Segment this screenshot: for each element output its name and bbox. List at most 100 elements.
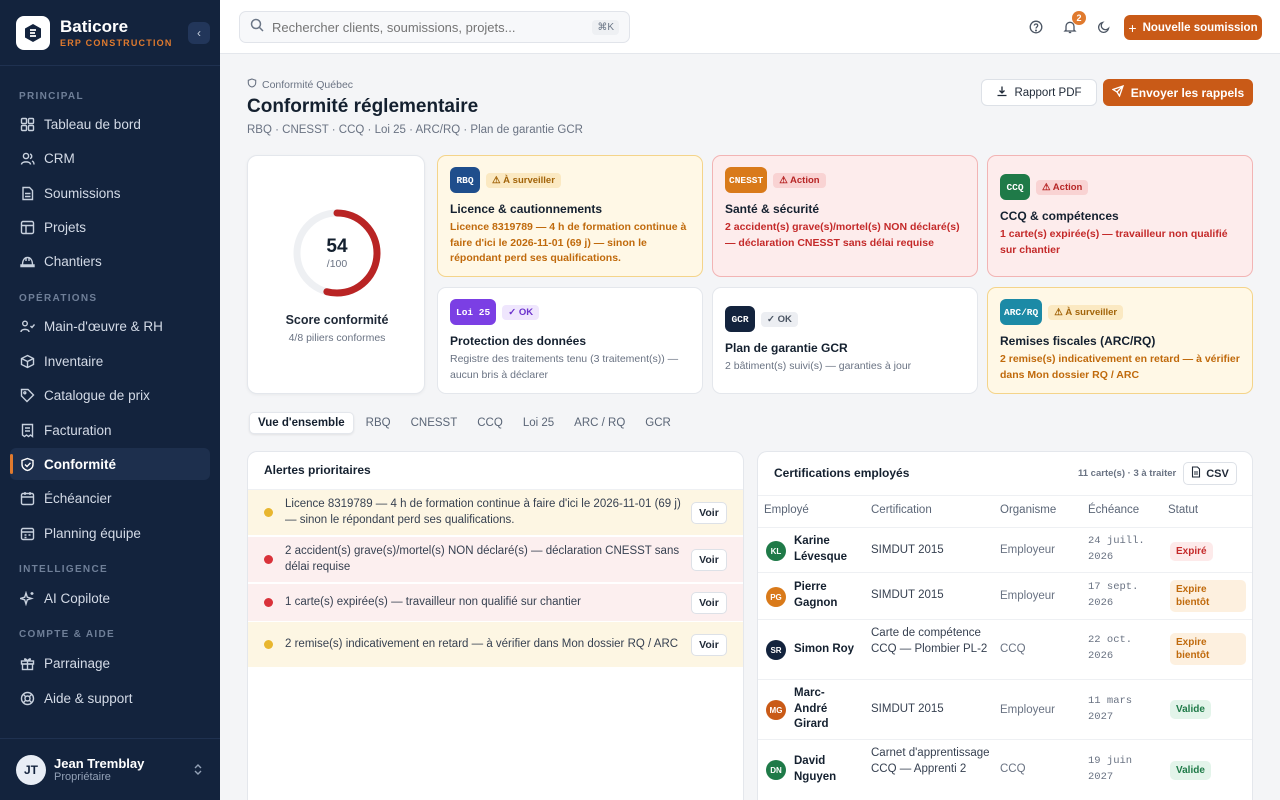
sidebar-item-planning[interactable]: Planning équipe [10,517,210,549]
sidebar-item-label: Parrainage [44,655,111,671]
send-reminders-button[interactable]: Envoyer les rappels [1103,79,1253,106]
csv-export-button[interactable]: CSV [1183,462,1237,485]
sidebar-item-aide[interactable]: Aide & support [10,682,210,714]
view-button[interactable]: Voir [691,501,727,524]
table-row[interactable]: SR Simon Roy Carte de compétence CCQ — P… [758,619,1252,679]
tab-arc-rq[interactable]: ARC / RQ [566,413,633,433]
notification-badge: 2 [1072,11,1086,25]
pillar-description: Licence 8319789 — 4 h de formation conti… [450,221,687,264]
help-circle-icon[interactable] [1026,17,1046,37]
table-row[interactable]: KL Karine Lévesque SIMDUT 2015 Employeur… [758,527,1252,572]
organism: Employeur [1000,590,1055,602]
view-button[interactable]: Voir [691,633,727,656]
sidebar-item-label: CRM [44,150,75,166]
due-date: 24 juill. 2026 [1088,535,1145,563]
sidebar-item-facturation[interactable]: Facturation [10,414,210,446]
table-row[interactable]: PG Pierre Gagnon SIMDUT 2015 Employeur 1… [758,572,1252,619]
brand-logo-icon [16,15,50,50]
column-header-status[interactable]: Statut [1168,504,1198,516]
alert-row[interactable]: Licence 8319789 — 4 h de formation conti… [248,490,743,535]
shield-small-icon [247,78,257,91]
organism: Employeur [1000,704,1055,716]
status-badge: Valide [1170,761,1211,780]
tab-overview[interactable]: Vue d'ensemble [249,412,354,434]
pdf-report-button[interactable]: Rapport PDF [981,79,1097,106]
tab-loi25[interactable]: Loi 25 [515,413,562,433]
score-label: Score conformité [285,313,389,327]
pillar-title: CCQ & compétences [1000,209,1119,223]
column-header-certification[interactable]: Certification [871,504,932,516]
alert-row[interactable]: 2 remise(s) indicativement en retard — à… [248,622,743,667]
alert-row[interactable]: 2 accident(s) grave(s)/mortel(s) NON déc… [248,537,743,582]
search-input[interactable] [272,19,593,35]
plus-icon: + [1128,19,1137,36]
sidebar-item-label: Échéancier [44,490,112,506]
sidebar-item-soumissions[interactable]: Soumissions [10,177,210,209]
collapse-sidebar-button[interactable]: ‹ [188,22,210,44]
brand[interactable]: Baticore ERP CONSTRUCTION [0,0,220,66]
sidebar-item-label: Aide & support [44,690,133,706]
due-date: 11 mars 2027 [1088,695,1133,723]
sidebar-item-dashboard[interactable]: Tableau de bord [10,108,210,140]
pillar-rbq[interactable]: RBQ ⚠ À surveiller Licence & cautionneme… [437,155,703,277]
moon-icon[interactable] [1094,17,1114,37]
sidebar-item-echeancier[interactable]: Échéancier [10,482,210,514]
avatar: JT [16,754,46,785]
status-badge: ⚠ Action [773,172,826,188]
column-header-employee[interactable]: Employé [764,504,809,516]
status-badge: ⚠ À surveiller [486,172,561,188]
sidebar-item-conformite[interactable]: Conformité [10,448,210,480]
pillar-description: 2 remise(s) indicativement en retard — à… [1000,353,1240,381]
column-header-organism[interactable]: Organisme [1000,504,1056,516]
sidebar-item-chantiers[interactable]: Chantiers [10,245,210,277]
sidebar-item-ai-copilote[interactable]: AI Copilote [10,582,210,614]
sidebar-item-parrainage[interactable]: Parrainage [10,647,210,679]
tab-rbq[interactable]: RBQ [358,413,399,433]
send-icon [1111,84,1124,100]
page-subtitle: RBQ · CNESST · CCQ · Loi 25 · ARC/RQ · P… [247,124,583,136]
column-header-due-date[interactable]: Échéance [1088,504,1139,516]
user-menu[interactable]: JT Jean Tremblay Propriétaire [0,738,220,800]
pillar-loi25[interactable]: Loi 25 ✓ OK Protection des données Regis… [437,287,703,394]
sidebar-item-label: Planning équipe [44,525,141,541]
tab-cnesst[interactable]: CNESST [403,413,466,433]
status-badge: ✓ OK [502,304,540,320]
team-icon [18,317,36,335]
table-row[interactable]: MG Marc-André Girard SIMDUT 2015 Employe… [758,679,1252,739]
pillar-title: Protection des données [450,334,587,348]
certification-name: Carte de compétence CCQ — Plombier PL-2 [871,627,988,655]
tab-ccq[interactable]: CCQ [469,413,511,433]
new-submission-button[interactable]: + Nouvelle soumission [1124,15,1262,40]
sidebar-item-label: Tableau de bord [44,116,141,132]
view-button[interactable]: Voir [691,548,727,571]
warning-dot-icon [264,640,273,649]
priority-alerts-panel: Alertes prioritaires Licence 8319789 — 4… [247,451,744,800]
employee-name: Karine Lévesque [794,535,848,563]
breadcrumb[interactable]: Conformité Québec [247,78,353,91]
sidebar-item-catalogue[interactable]: Catalogue de prix [10,379,210,411]
nav-section-operations: OPÉRATIONS [19,293,98,304]
view-button[interactable]: Voir [691,591,727,614]
sidebar-item-projets[interactable]: Projets [10,211,210,243]
sparkle-icon [18,589,36,607]
bell-icon[interactable]: 2 [1060,11,1086,37]
sidebar-item-crm[interactable]: CRM [10,142,210,174]
pillar-arc-rq[interactable]: ARC/RQ ⚠ À surveiller Remises fiscales (… [987,287,1253,394]
sidebar-item-label: Chantiers [44,253,102,269]
alert-row[interactable]: 1 carte(s) expirée(s) — travailleur non … [248,584,743,621]
nav-section-principal: PRINCIPAL [19,91,84,102]
sidebar-item-rh[interactable]: Main-d'œuvre & RH [10,310,210,342]
pillar-title: Licence & cautionnements [450,202,603,216]
status-badge: ⚠ Action [1036,179,1089,195]
avatar: DN [766,760,786,780]
certification-name: SIMDUT 2015 [871,544,944,556]
sidebar-item-inventaire[interactable]: Inventaire [10,345,210,377]
warning-dot-icon [264,508,273,517]
tab-gcr[interactable]: GCR [637,413,679,433]
pillar-cnesst[interactable]: CNESST ⚠ Action Santé & sécurité 2 accid… [712,155,978,277]
pillar-ccq[interactable]: CCQ ⚠ Action CCQ & compétences 1 carte(s… [987,155,1253,277]
search-box[interactable]: ⌘K [239,11,630,43]
table-row[interactable]: DN David Nguyen Carnet d'apprentissage C… [758,739,1252,799]
invoice-icon [18,421,36,439]
pillar-gcr[interactable]: GCR ✓ OK Plan de garantie GCR 2 bâtiment… [712,287,978,394]
